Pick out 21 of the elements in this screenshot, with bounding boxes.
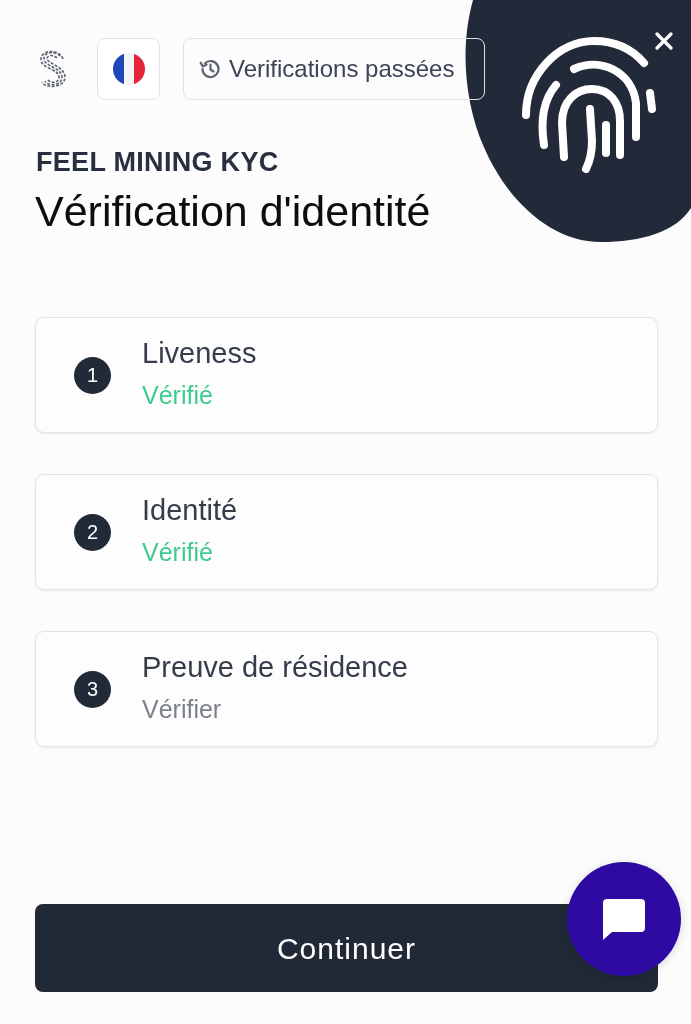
close-icon bbox=[655, 32, 673, 50]
history-button[interactable]: Verifications passées bbox=[183, 38, 485, 100]
step-title: Identité bbox=[142, 493, 238, 527]
step-number: 3 bbox=[74, 670, 111, 708]
history-icon bbox=[199, 58, 221, 80]
step-number: 1 bbox=[74, 356, 111, 394]
flag-icon bbox=[112, 53, 145, 85]
language-button[interactable] bbox=[97, 38, 160, 100]
step-title: Liveness bbox=[142, 336, 257, 370]
step-number: 2 bbox=[74, 513, 111, 551]
step-status: Vérifier bbox=[142, 694, 222, 724]
step-title: Preuve de résidence bbox=[142, 650, 408, 684]
brand-name: FEEL MINING KYC bbox=[36, 146, 279, 179]
step-card[interactable]: 1 Liveness Vérifié bbox=[35, 317, 658, 433]
chat-icon bbox=[603, 898, 645, 940]
page-title: Vérification d'identité bbox=[35, 186, 431, 237]
logo-icon bbox=[40, 50, 66, 88]
step-card[interactable]: 3 Preuve de résidence Vérifier bbox=[35, 631, 658, 747]
step-status: Vérifié bbox=[142, 537, 213, 567]
step-card[interactable]: 2 Identité Vérifié bbox=[35, 474, 658, 590]
step-status: Vérifié bbox=[142, 380, 213, 410]
